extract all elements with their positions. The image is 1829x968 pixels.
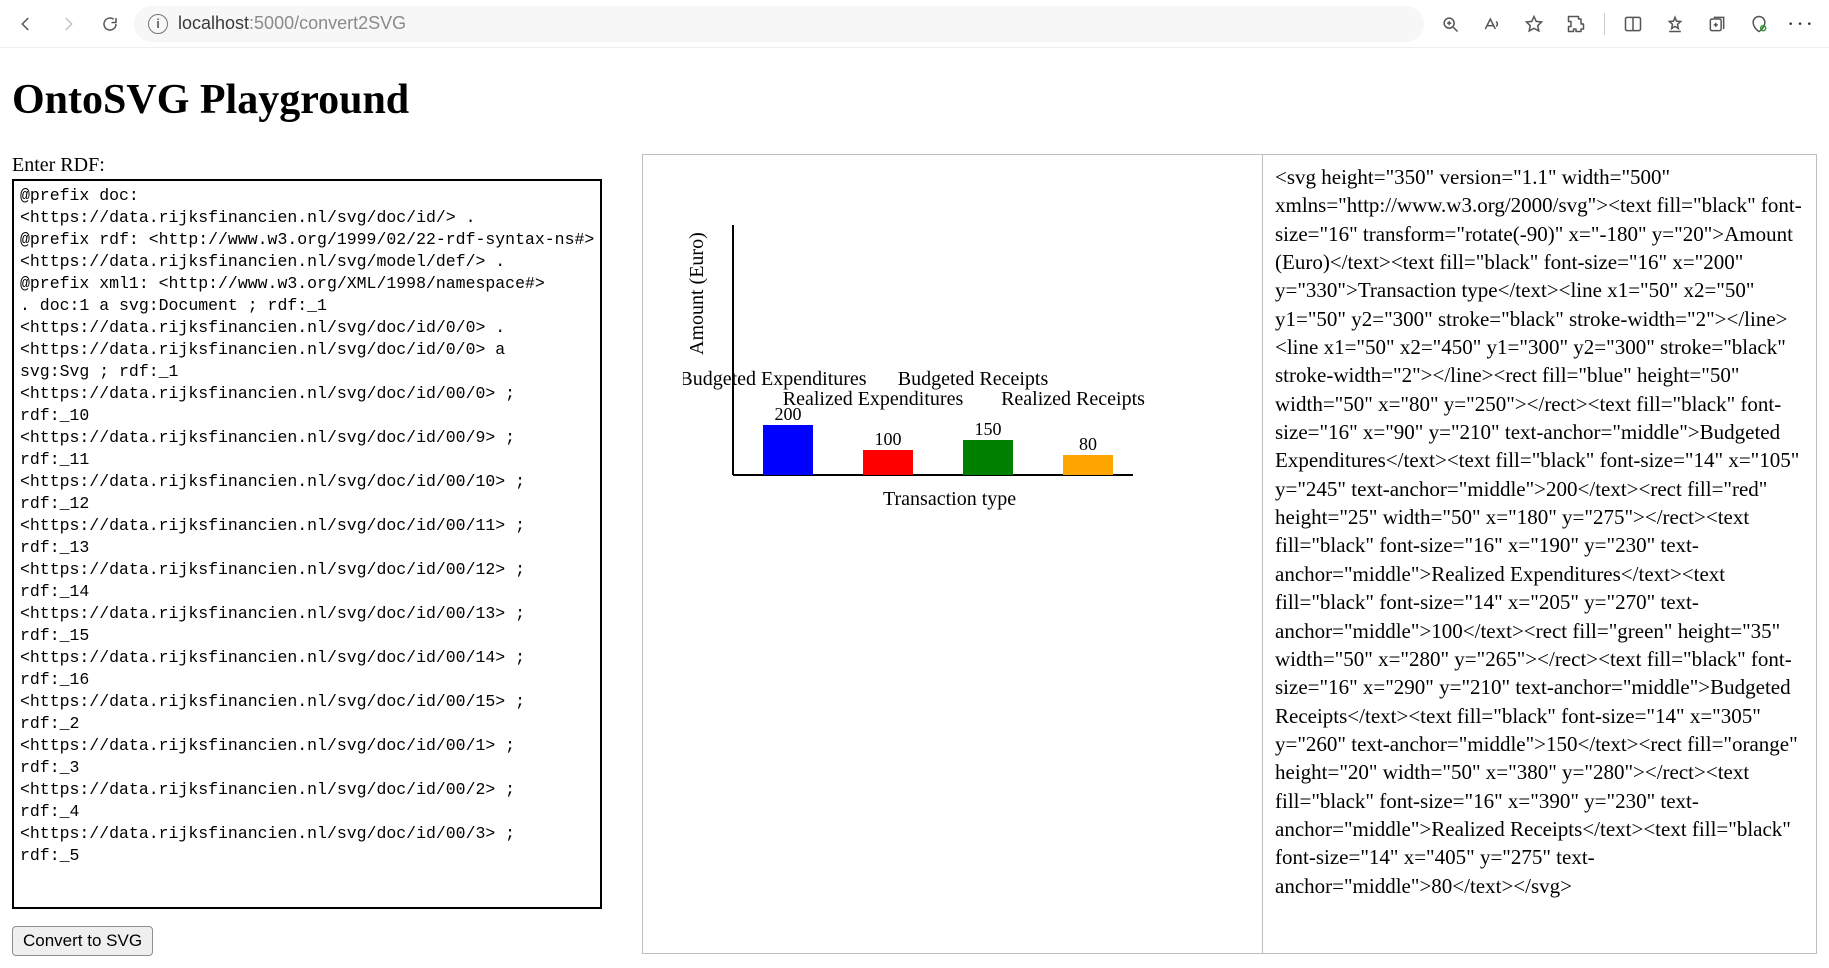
bar-budgeted-expenditures [763,425,813,475]
rendered-chart: Amount (Euro) Transaction type Budgeted … [683,175,1183,525]
zoom-icon[interactable] [1436,10,1464,38]
browser-essentials-icon[interactable] [1745,10,1773,38]
page-body: OntoSVG Playground Enter RDF: Convert to… [0,48,1829,968]
more-icon[interactable]: ··· [1787,10,1815,38]
extensions-icon[interactable] [1562,10,1590,38]
browser-toolbar: i localhost:5000/convert2SVG ··· [0,0,1829,48]
y-axis-label: Amount (Euro) [686,232,708,355]
bar-realized-receipts [1063,455,1113,475]
forward-button[interactable] [50,6,86,42]
svg-source-panel: <svg height="350" version="1.1" width="5… [1263,155,1816,953]
page-title: OntoSVG Playground [12,76,1817,124]
bar-value: 100 [875,429,902,449]
bar-value: 80 [1079,434,1097,454]
bar-label: Budgeted Expenditures [683,368,867,390]
read-aloud-icon[interactable] [1478,10,1506,38]
collections-icon[interactable] [1703,10,1731,38]
x-axis-label: Transaction type [883,488,1016,510]
split-screen-icon[interactable] [1619,10,1647,38]
output-panel: Amount (Euro) Transaction type Budgeted … [642,154,1817,954]
rdf-input-column: Enter RDF: Convert to SVG [12,154,612,956]
convert-button[interactable]: Convert to SVG [12,926,153,956]
favorite-icon[interactable] [1520,10,1548,38]
url-text: localhost:5000/convert2SVG [178,13,406,34]
site-info-icon[interactable]: i [148,14,168,34]
toolbar-separator [1604,13,1605,35]
favorites-bar-icon[interactable] [1661,10,1689,38]
bar-label: Realized Expenditures [783,388,964,410]
bar-label: Realized Receipts [1001,388,1145,410]
rdf-label: Enter RDF: [12,154,612,177]
toolbar-right-icons: ··· [1430,10,1821,38]
bar-value: 150 [975,419,1002,439]
address-bar[interactable]: i localhost:5000/convert2SVG [134,6,1424,42]
bar-label: Budgeted Receipts [898,368,1049,390]
rdf-textarea[interactable] [12,179,602,909]
bar-realized-expenditures [863,450,913,475]
reload-button[interactable] [92,6,128,42]
svg-render-panel[interactable]: Amount (Euro) Transaction type Budgeted … [643,155,1263,953]
back-button[interactable] [8,6,44,42]
bar-budgeted-receipts [963,440,1013,475]
